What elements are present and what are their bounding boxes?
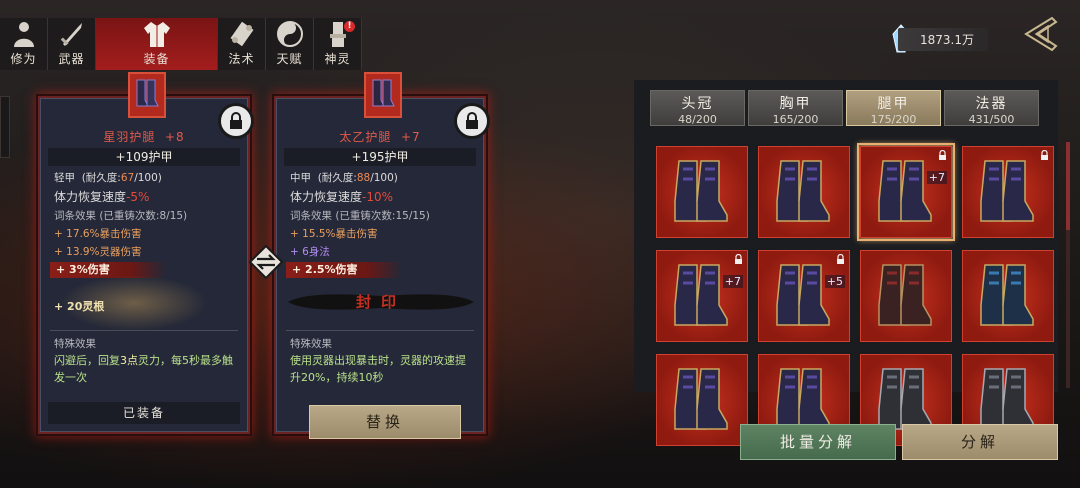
stamina-line: 体力恢复速度-10%: [290, 190, 394, 204]
scroll-icon: [227, 20, 257, 48]
item-level-badge: +5: [824, 275, 845, 288]
leg-armor-icon: [980, 160, 1034, 222]
category-count: 48/200: [678, 113, 717, 126]
special-effect-desc: 闪避后，回复3点灵力，每5秒最多触发一次: [54, 354, 233, 384]
cultivation-figure-icon: [9, 20, 39, 48]
inventory-grid: +7 +7 +5: [656, 143, 1054, 446]
equipped-item-portrait: [128, 72, 166, 118]
currency-amount: 1873.1万: [898, 27, 988, 51]
category-tab[interactable]: 胸甲 165/200: [748, 90, 843, 126]
affix-line-purple: + 6身法: [290, 246, 330, 258]
affix-line: + 15.5%暴击伤害: [290, 228, 378, 240]
category-count: 431/500: [968, 113, 1015, 126]
category-count: 165/200: [772, 113, 819, 126]
side-panel-handle[interactable]: [0, 96, 10, 158]
tab-robe[interactable]: 装备: [96, 18, 218, 70]
top-tab-bar: 修为 武器 装备 法术 天赋 神灵!: [0, 18, 362, 72]
highlighted-affix: + 2.5%伤害: [286, 262, 402, 278]
lock-icon: [837, 254, 844, 264]
leg-armor-icon: [674, 264, 728, 326]
category-tab[interactable]: 法器 431/500: [944, 90, 1039, 126]
affix-header: 词条效果 (已重铸次数:8/15): [54, 210, 188, 222]
notification-badge: !: [344, 21, 355, 32]
lock-icon: [1041, 150, 1048, 160]
tab-label: 装备: [143, 52, 170, 66]
leg-armor-icon: [136, 79, 159, 107]
category-count: 175/200: [870, 113, 917, 126]
leg-armor-icon: [674, 368, 728, 430]
swap-compare-icon[interactable]: [248, 244, 284, 280]
item-level-badge: +7: [926, 171, 947, 184]
item-name: 星羽护腿 +8: [103, 130, 185, 144]
tab-label: 天赋: [276, 52, 303, 66]
leg-armor-icon: [674, 160, 728, 222]
armor-type-line: 中甲 (耐久度:88/100): [290, 172, 398, 184]
special-affix: + 20灵根: [54, 300, 105, 313]
category-title: 胸甲: [779, 96, 812, 112]
tab-taiji[interactable]: 天赋: [266, 18, 314, 70]
affix-line: + 17.6%暴击伤害: [54, 228, 142, 240]
leg-armor-icon: [372, 79, 395, 107]
affix-header: 词条效果 (已重铸次数:15/15): [290, 210, 430, 222]
inventory-slot[interactable]: +7: [857, 143, 955, 241]
inventory-slot[interactable]: +5: [758, 250, 850, 342]
leg-armor-icon: [980, 264, 1034, 326]
scrollbar-thumb[interactable]: [1066, 142, 1070, 230]
item-level-badge: +7: [722, 275, 743, 288]
category-title: 腿甲: [877, 96, 910, 112]
leg-armor-icon: [878, 264, 932, 326]
leg-armor-icon: [878, 160, 932, 222]
tab-label: 武器: [58, 52, 85, 66]
inventory-scrollbar[interactable]: [1066, 142, 1070, 388]
special-effect-desc: 使用灵器出现暴击时，灵器的攻速提升20%，持续10秒: [290, 354, 466, 384]
divider: [286, 330, 474, 331]
leg-armor-icon: [776, 264, 830, 326]
inventory-slot[interactable]: [962, 250, 1054, 342]
inventory-slot[interactable]: +7: [656, 250, 748, 342]
special-effect-header: 特殊效果: [290, 338, 332, 350]
inventory-slot[interactable]: [962, 146, 1054, 238]
armor-value: +109护甲: [48, 148, 240, 166]
special-effect-header: 特殊效果: [54, 338, 96, 350]
inventory-panel: 头冠 48/200 胸甲 165/200 腿甲 175/200 法器 431/500 +7 +7…: [634, 80, 1058, 446]
tab-cultivation-figure[interactable]: 修为: [0, 18, 48, 70]
lock-icon: [735, 254, 742, 264]
back-button[interactable]: [1022, 14, 1060, 54]
stamina-line: 体力恢复速度-5%: [54, 190, 150, 204]
compare-item-portrait: [364, 72, 402, 118]
tab-label: 神灵: [324, 52, 351, 66]
tab-label: 法术: [228, 52, 255, 66]
armor-value: +195护甲: [284, 148, 476, 166]
compare-item-card: 太乙护腿 +7 +195护甲 中甲 (耐久度:88/100) 体力恢复速度-10…: [274, 72, 490, 434]
equipped-item-card: 星羽护腿 +8 +109护甲 轻甲 (耐久度:67/100) 体力恢复速度-5%…: [38, 72, 254, 434]
inventory-slot[interactable]: [656, 146, 748, 238]
inventory-slot[interactable]: [656, 354, 748, 446]
category-tab[interactable]: 腿甲 175/200: [846, 90, 941, 126]
equipped-label: 已装备: [48, 402, 240, 424]
category-tab[interactable]: 头冠 48/200: [650, 90, 745, 126]
sword-icon: [57, 20, 87, 48]
seal-brush-stroke: [288, 294, 474, 310]
category-title: 头冠: [681, 96, 714, 112]
category-title: 法器: [975, 96, 1008, 112]
tab-label: 修为: [10, 52, 37, 66]
robe-icon: [142, 20, 172, 48]
armor-type-line: 轻甲 (耐久度:67/100): [54, 172, 162, 184]
affix-line: + 13.9%灵器伤害: [54, 246, 142, 258]
currency-display: 1873.1万: [890, 24, 988, 54]
bulk-dismantle-button[interactable]: 批量分解: [740, 424, 896, 460]
category-tabs: 头冠 48/200 胸甲 165/200 腿甲 175/200 法器 431/500: [650, 90, 1039, 126]
tab-deity-statue[interactable]: 神灵!: [314, 18, 362, 70]
replace-button[interactable]: 替换: [309, 405, 461, 439]
inventory-slot[interactable]: [758, 146, 850, 238]
inventory-slot[interactable]: [860, 250, 952, 342]
divider: [50, 330, 238, 331]
item-name: 太乙护腿 +7: [339, 130, 421, 144]
taiji-icon: [275, 20, 305, 48]
lock-icon: [939, 150, 946, 160]
tab-scroll[interactable]: 法术: [218, 18, 266, 70]
leg-armor-icon: [776, 160, 830, 222]
dismantle-button[interactable]: 分解: [902, 424, 1058, 460]
tab-sword[interactable]: 武器: [48, 18, 96, 70]
